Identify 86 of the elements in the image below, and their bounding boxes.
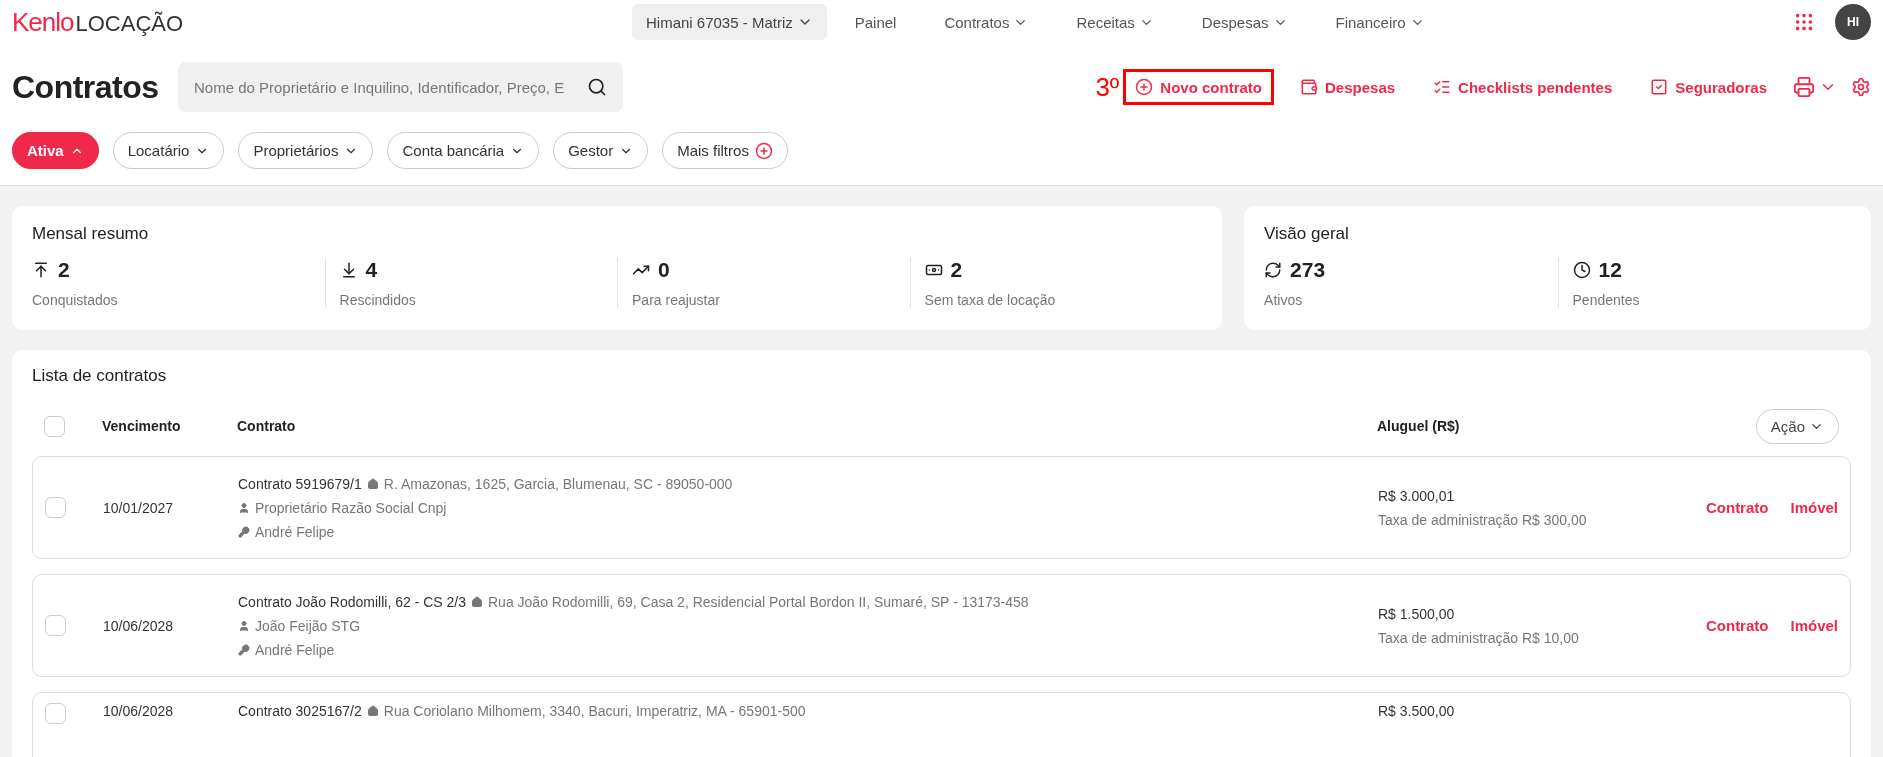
plus-circle-icon — [754, 141, 773, 160]
stat-label: Para reajustar — [632, 292, 721, 308]
checked-square-icon — [1650, 78, 1669, 96]
contract-title: Contrato 3025167/2 — [238, 703, 362, 719]
filter-chip[interactable]: Mais filtros — [662, 132, 788, 169]
filter-chip[interactable]: Ativa — [12, 132, 99, 169]
row-link[interactable]: Contrato — [1705, 499, 1769, 516]
stat-value: 273 — [1290, 258, 1326, 282]
nav-item[interactable]: Contratos — [924, 13, 1049, 31]
action-menu-button[interactable]: Ação — [1755, 408, 1839, 444]
card-title: Visão geral — [1264, 224, 1350, 244]
key-icon — [238, 643, 250, 656]
admin-fee: Taxa de administração R$ 10,00 — [1378, 629, 1579, 646]
card-title: Mensal resumo — [32, 224, 150, 244]
filter-chip[interactable]: Gestor — [553, 132, 649, 169]
arrow-up-icon — [32, 261, 50, 279]
row-checkbox[interactable] — [45, 703, 66, 724]
search-icon[interactable] — [587, 77, 607, 97]
clock-icon — [1572, 261, 1591, 279]
key-icon — [238, 525, 250, 538]
contract-title: Contrato João Rodomilli, 62 - CS 2/3 — [238, 593, 466, 610]
wallet-icon — [1300, 78, 1318, 96]
settings-icon — [1851, 77, 1871, 97]
person-icon — [238, 501, 250, 514]
stat-label: Rescindidos — [339, 292, 417, 308]
toolbar-button[interactable]: Checklists pendentes — [1421, 69, 1625, 105]
filter-chip[interactable]: Locatário — [112, 132, 225, 169]
column-header: Contrato — [237, 418, 297, 434]
house-icon — [366, 477, 379, 490]
manager-name: André Felipe — [255, 641, 335, 658]
toolbar-button[interactable]: Seguradoras — [1638, 69, 1779, 105]
stat-value: 12 — [1598, 258, 1622, 282]
address: Rua João Rodomilli, 69, Casa 2, Residencial Portal Bordon II, Sumaré, SP - 13173-458 — [488, 593, 1029, 610]
settings-button[interactable] — [1851, 77, 1871, 97]
stat-value: 4 — [365, 258, 378, 282]
search-field[interactable]: Nome do Proprietário e Inquilino, Identificador, Preço, E — [178, 62, 623, 112]
row-checkbox[interactable] — [45, 497, 66, 518]
owner-name: João Feijão STG — [255, 617, 361, 634]
rent-amount: R$ 1.500,00 — [1378, 605, 1456, 622]
stat-value: 2 — [58, 258, 70, 282]
address: Rua Coriolano Milhomem, 3340, Bacuri, Imperatriz, MA - 65901-500 — [383, 703, 806, 719]
due-date: 10/06/2028 — [103, 617, 175, 634]
printer-icon — [1793, 76, 1815, 98]
owner-name: Proprietário Razão Social Cnpj — [255, 499, 447, 516]
account-selector[interactable]: Himani 67035 - Matriz — [632, 4, 827, 40]
stat-value: 0 — [658, 258, 670, 282]
row-link[interactable]: Imóvel — [1790, 499, 1838, 516]
rent-amount: R$ 3.000,01 — [1378, 487, 1456, 504]
admin-fee: Taxa de administração R$ 300,00 — [1378, 511, 1587, 528]
logo: KenloLOCAÇÃO — [12, 6, 185, 38]
stat-label: Pendentes — [1572, 292, 1641, 308]
stat-label: Ativos — [1264, 292, 1304, 308]
user-avatar[interactable]: HI — [1835, 4, 1871, 40]
manager-name: André Felipe — [255, 523, 335, 540]
person-icon — [238, 619, 250, 632]
filter-chip[interactable]: Conta bancária — [387, 132, 540, 169]
nav-item[interactable]: Despesas — [1181, 13, 1308, 31]
stat-label: Conquistados — [32, 292, 119, 308]
due-date: 10/01/2027 — [103, 499, 175, 516]
toolbar-button[interactable]: Despesas — [1288, 69, 1408, 105]
checklist-icon — [1433, 78, 1452, 96]
filter-chip[interactable]: Proprietários — [238, 132, 374, 169]
address: R. Amazonas, 1625, Garcia, Blumenau, SC - 89050-000 — [383, 475, 733, 492]
step-marker: 3º — [1095, 71, 1120, 103]
row-link[interactable]: Contrato — [1705, 617, 1769, 634]
page-title: Contratos — [12, 68, 160, 106]
house-icon — [366, 705, 379, 717]
card-title: Lista de contratos — [32, 366, 168, 386]
nav-item[interactable]: Financeiro — [1315, 13, 1445, 31]
row-link[interactable]: Imóvel — [1790, 617, 1838, 634]
toolbar-button[interactable]: Novo contrato — [1123, 69, 1274, 105]
refresh-icon — [1264, 261, 1283, 279]
rent-amount: R$ 3.500,00 — [1378, 703, 1456, 719]
nav-item[interactable]: Receitas — [1056, 13, 1174, 31]
select-all-checkbox[interactable] — [44, 415, 65, 437]
nav-item[interactable]: Painel — [834, 13, 917, 31]
column-header: Vencimento — [102, 418, 182, 434]
house-icon — [471, 595, 483, 608]
column-header: Aluguel (R$) — [1377, 418, 1461, 434]
apps-grid-icon[interactable] — [1793, 11, 1815, 33]
stat-label: Sem taxa de locação — [924, 292, 1057, 308]
stat-value: 2 — [950, 258, 963, 282]
row-checkbox[interactable] — [45, 615, 66, 636]
plus-circle-icon — [1135, 78, 1154, 96]
contract-title: Contrato 5919679/1 — [238, 475, 362, 492]
due-date: 10/06/2028 — [103, 703, 175, 719]
